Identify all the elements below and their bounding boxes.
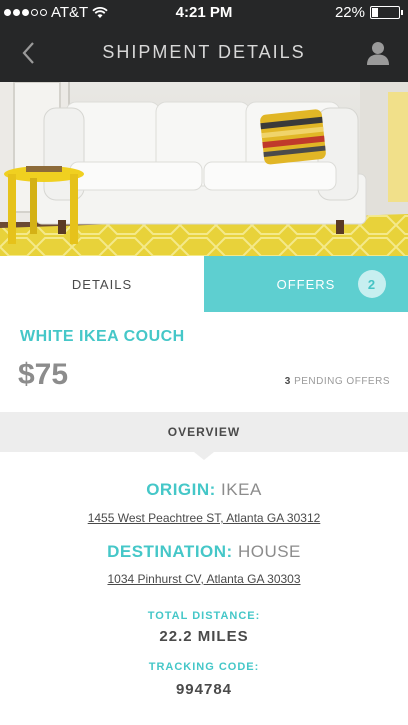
battery-info: 22%	[334, 4, 403, 21]
destination-address: 1034 Pinhurst CV, Atlanta GA 30303	[0, 572, 408, 586]
overview-pointer	[194, 452, 214, 460]
battery-icon	[370, 6, 403, 19]
item-price: $75	[18, 358, 69, 391]
tab-offers[interactable]: OFFERS 2	[204, 256, 408, 312]
navigation-bar: SHIPMENT DETAILS	[0, 26, 408, 82]
destination-address-link[interactable]: 1034 Pinhurst CV, Atlanta GA 30303	[107, 572, 300, 586]
destination-row: DESTINATION: HOUSE	[0, 542, 408, 562]
item-title: WHITE IKEA COUCH	[20, 328, 185, 345]
couch-image	[0, 82, 408, 256]
item-photo	[0, 82, 408, 256]
tab-details-label: DETAILS	[71, 276, 133, 292]
origin-row: ORIGIN: IKEA	[0, 480, 408, 500]
profile-button[interactable]	[366, 40, 390, 66]
tab-bar: DETAILS OFFERS 2	[0, 256, 408, 312]
status-bar: AT&T 4:21 PM 22%	[0, 0, 408, 26]
battery-percent: 22%	[334, 4, 365, 21]
user-icon	[367, 42, 389, 65]
distance-label: TOTAL DISTANCE:	[147, 610, 261, 622]
offers-count-badge: 2	[358, 270, 386, 298]
destination-key: DESTINATION:	[107, 542, 233, 561]
tracking-label: TRACKING CODE:	[148, 661, 260, 673]
overview-label: OVERVIEW	[167, 425, 241, 439]
destination-value: HOUSE	[237, 542, 301, 561]
origin-key: ORIGIN:	[146, 480, 216, 499]
overview-header: OVERVIEW	[0, 412, 408, 452]
tab-offers-label: OFFERS	[276, 276, 336, 292]
origin-address-link[interactable]: 1455 West Peachtree ST, Atlanta GA 30312	[88, 511, 321, 525]
page-title: SHIPMENT DETAILS	[102, 42, 306, 62]
pending-offers: 3 PENDING OFFERS	[285, 376, 390, 387]
pending-offers-count: 3	[284, 376, 291, 387]
pending-offers-label: PENDING OFFERS	[294, 376, 390, 387]
distance-value: 22.2 MILES	[159, 628, 249, 645]
tracking-value: 994784	[175, 681, 233, 698]
origin-value: IKEA	[221, 480, 262, 499]
origin-address: 1455 West Peachtree ST, Atlanta GA 30312	[0, 511, 408, 525]
tab-details[interactable]: DETAILS	[0, 256, 204, 312]
